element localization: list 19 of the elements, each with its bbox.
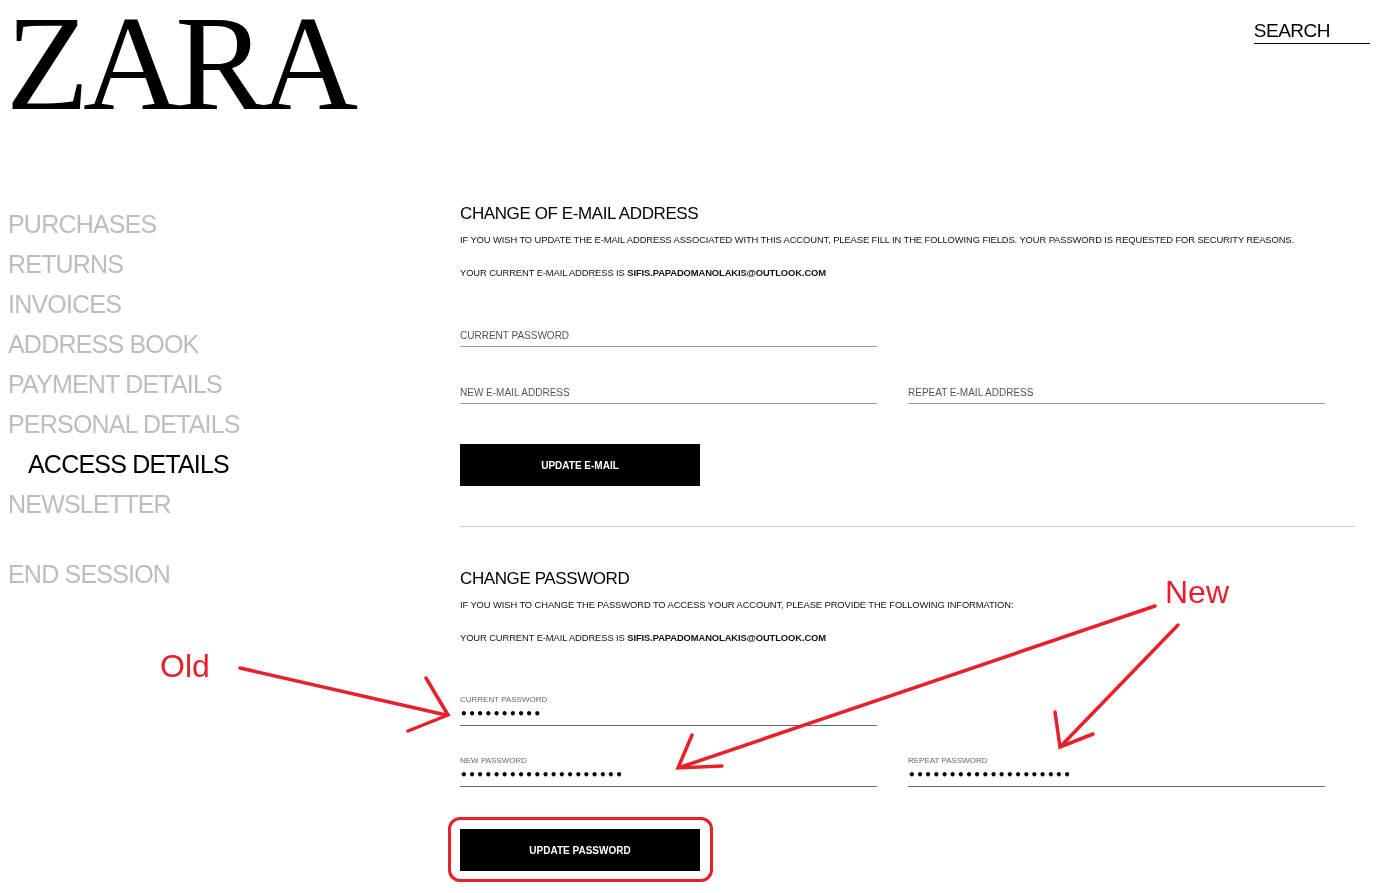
input-field[interactable]: REPEAT E-MAIL ADDRESS	[908, 387, 1325, 404]
annotation-label: New	[1165, 574, 1229, 611]
search-link[interactable]: SEARCH	[1253, 20, 1370, 44]
input-field[interactable]: NEW E-MAIL ADDRESS	[460, 387, 877, 404]
current-email-text: YOUR CURRENT E-MAIL ADDRESS IS SIFIS.PAPADOMANOLAKIS@OUTLOOK.COM	[460, 632, 827, 643]
brand-logo[interactable]: ZARA	[6, 8, 353, 118]
update-password-button[interactable]: UPDATE PASSWORD	[460, 829, 700, 871]
section-description: IF YOU WISH TO UPDATE THE E-MAIL ADDRESS ASSOCIATED WITH THIS ACCOUNT, PLEASE FILL IN THE FOLLOWING FIELDS. YOUR PASSWORD IS REQUESTED FOR SECURITY REASONS.	[460, 234, 1296, 245]
section-title: CHANGE PASSWORD	[460, 569, 630, 589]
annotation-label: Old	[160, 648, 210, 685]
field-label: REPEAT PASSWORD	[908, 756, 988, 765]
sidebar-item[interactable]: ACCESS DETAILS	[8, 444, 229, 484]
input-field[interactable]: CURRENT PASSWORD	[460, 330, 877, 347]
field-label: NEW PASSWORD	[460, 756, 527, 765]
field-label: CURRENT PASSWORD	[460, 695, 548, 704]
section-title: CHANGE OF E-MAIL ADDRESS	[460, 204, 699, 224]
current-email-text: YOUR CURRENT E-MAIL ADDRESS IS SIFIS.PAPADOMANOLAKIS@OUTLOOK.COM	[460, 267, 827, 278]
section-description: IF YOU WISH TO CHANGE THE PASSWORD TO ACCESS YOUR ACCOUNT, PLEASE PROVIDE THE FOLLOWING INFORMATION:	[460, 599, 1015, 610]
update-email-button[interactable]: UPDATE E-MAIL	[460, 444, 700, 486]
